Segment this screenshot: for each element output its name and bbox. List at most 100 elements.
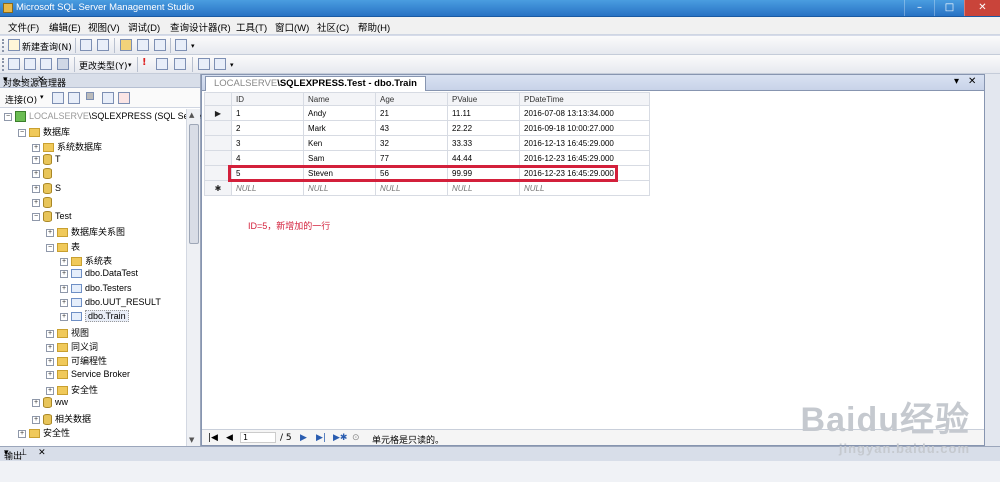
object-explorer-scrollbar[interactable]: ▲ ▼ [186, 109, 200, 446]
cell-pdatetime[interactable]: 2016-09-18 10:00:27.000 [519, 120, 650, 136]
cell-age[interactable]: 77 [375, 150, 448, 166]
menu-view[interactable]: 视图(V) [88, 20, 120, 34]
minimize-button[interactable]: – [904, 0, 934, 16]
table-row[interactable]: 4 Sam 77 44.44 2016-12-23 16:45:29.000 [204, 150, 650, 166]
expand-icon[interactable]: + [60, 257, 68, 266]
tree-node-database-ww[interactable]: + ww [32, 397, 68, 411]
cell-age[interactable]: 32 [375, 135, 448, 151]
menu-community[interactable]: 社区(C) [317, 20, 349, 34]
row-header[interactable] [204, 135, 232, 151]
connect-button[interactable]: 连接(O) [5, 93, 37, 106]
menu-edit[interactable]: 编辑(E) [49, 20, 81, 34]
scroll-down-icon[interactable]: ▼ [189, 436, 194, 444]
cell-pdatetime[interactable]: 2016-07-08 13:13:34.000 [519, 105, 650, 121]
new-query-button[interactable]: 新建查询(N) [22, 40, 72, 53]
execute-sql-icon[interactable]: ! [142, 58, 154, 70]
tree-node-system-databases[interactable]: + 系统数据库 [32, 140, 102, 154]
toolbar-gripper[interactable] [2, 39, 5, 52]
column-header-name[interactable]: Name [303, 92, 376, 106]
menu-window[interactable]: 窗口(W) [275, 20, 309, 34]
cell-id[interactable]: 3 [231, 135, 304, 151]
show-diagram-pane-icon[interactable] [8, 58, 20, 70]
activity-monitor-icon[interactable] [175, 39, 187, 51]
scroll-up-icon[interactable]: ▲ [189, 111, 194, 119]
save-icon[interactable] [137, 39, 149, 51]
connect-object-icon[interactable] [52, 92, 64, 104]
cell-age[interactable]: 21 [375, 105, 448, 121]
collapse-icon[interactable]: − [32, 212, 40, 221]
maximize-button[interactable]: □ [934, 0, 964, 16]
tab-list-dropdown-icon[interactable]: ▾ [954, 76, 959, 87]
expand-icon[interactable]: + [32, 143, 40, 152]
cell-null[interactable]: NULL [231, 180, 304, 196]
cell-null[interactable]: NULL [303, 180, 376, 196]
expand-icon[interactable]: + [46, 357, 54, 366]
tree-node-server[interactable]: − LOCALSERVE\SQLEXPRESS (SQL Server [4, 111, 204, 125]
cell-null[interactable]: NULL [447, 180, 520, 196]
tree-node-synonyms[interactable]: + 同义词 [46, 340, 98, 354]
expand-icon[interactable]: + [32, 398, 40, 407]
cell-id[interactable]: 4 [231, 150, 304, 166]
tree-node-table-testers[interactable]: + dbo.Testers [60, 283, 132, 297]
tree-node-security[interactable]: + 安全性 [46, 383, 98, 397]
cell-pvalue[interactable]: 22.22 [447, 120, 520, 136]
cell-name[interactable]: Sam [303, 150, 376, 166]
show-sql-pane-icon[interactable] [40, 58, 52, 70]
next-record-icon[interactable]: ▶ [300, 433, 307, 443]
close-window-button[interactable]: ✕ [964, 0, 1000, 16]
stop-record-icon[interactable]: ⊙ [352, 433, 360, 443]
tree-node-service-broker[interactable]: + Service Broker [46, 369, 130, 383]
collapse-icon[interactable]: − [4, 112, 12, 121]
current-row-indicator-icon[interactable]: ▶ [204, 105, 232, 121]
expand-icon[interactable]: + [60, 284, 68, 293]
cell-pvalue[interactable]: 11.11 [447, 105, 520, 121]
cell-id[interactable]: 2 [231, 120, 304, 136]
tree-node-table-datatest[interactable]: + dbo.DataTest [60, 268, 138, 282]
expand-icon[interactable]: + [60, 312, 68, 321]
tab-dbo-train[interactable]: LOCALSERVE\SQLEXPRESS.Test - dbo.Train [205, 76, 426, 91]
toolbar-overflow-icon[interactable]: ▾ [230, 61, 234, 69]
new-file-icon[interactable] [97, 39, 109, 51]
tree-node-database[interactable]: + [32, 197, 55, 211]
column-header-pvalue[interactable]: PValue [447, 92, 520, 106]
tree-node-database[interactable]: + S [32, 183, 61, 197]
cell-null[interactable]: NULL [375, 180, 448, 196]
collapse-icon[interactable]: − [18, 128, 26, 137]
row-header[interactable] [204, 150, 232, 166]
table-row[interactable]: ▶ 1 Andy 21 11.11 2016-07-08 13:13:34.00… [204, 105, 650, 121]
show-criteria-pane-icon[interactable] [24, 58, 36, 70]
cell-name[interactable]: Andy [303, 105, 376, 121]
database-engine-query-icon[interactable] [80, 39, 92, 51]
column-header-id[interactable]: ID [231, 92, 304, 106]
expand-icon[interactable]: + [60, 298, 68, 307]
previous-record-icon[interactable]: ◀ [226, 433, 233, 443]
toolbar-gripper[interactable] [2, 58, 5, 71]
current-record-input[interactable]: 1 [240, 432, 276, 443]
cell-pvalue[interactable]: 33.33 [447, 135, 520, 151]
tree-node-views[interactable]: + 视图 [46, 326, 89, 340]
first-record-icon[interactable]: |◀ [208, 433, 218, 443]
expand-icon[interactable]: + [32, 415, 40, 424]
tree-node-table-uut-result[interactable]: + dbo.UUT_RESULT [60, 297, 161, 311]
change-type-button[interactable]: 更改类型(Y) [79, 59, 128, 72]
change-type-dropdown-icon[interactable]: ▾ [128, 61, 132, 69]
toolbar-overflow-icon[interactable]: ▾ [191, 42, 195, 50]
last-record-icon[interactable]: ▶| [316, 433, 326, 443]
tree-node-server-security[interactable]: + 安全性 [18, 426, 70, 440]
menu-debug[interactable]: 调试(D) [128, 20, 160, 34]
show-results-pane-icon[interactable] [57, 58, 69, 70]
cell-pvalue[interactable]: 44.44 [447, 150, 520, 166]
group-by-icon[interactable] [174, 58, 186, 70]
add-table-icon[interactable] [198, 58, 210, 70]
expand-icon[interactable]: + [18, 429, 26, 438]
tree-node-database-diagrams[interactable]: + 数据库关系图 [46, 225, 125, 239]
menu-tools[interactable]: 工具(T) [236, 20, 267, 34]
cell-id[interactable]: 1 [231, 105, 304, 121]
cell-pdatetime[interactable]: 2016-12-13 16:45:29.000 [519, 135, 650, 151]
menu-query-designer[interactable]: 查询设计器(R) [170, 20, 231, 34]
stop-icon[interactable] [86, 92, 94, 100]
collapse-icon[interactable]: − [46, 243, 54, 252]
expand-icon[interactable]: + [46, 329, 54, 338]
expand-icon[interactable]: + [46, 370, 54, 379]
tree-node-databases[interactable]: − 数据库 [18, 125, 70, 139]
